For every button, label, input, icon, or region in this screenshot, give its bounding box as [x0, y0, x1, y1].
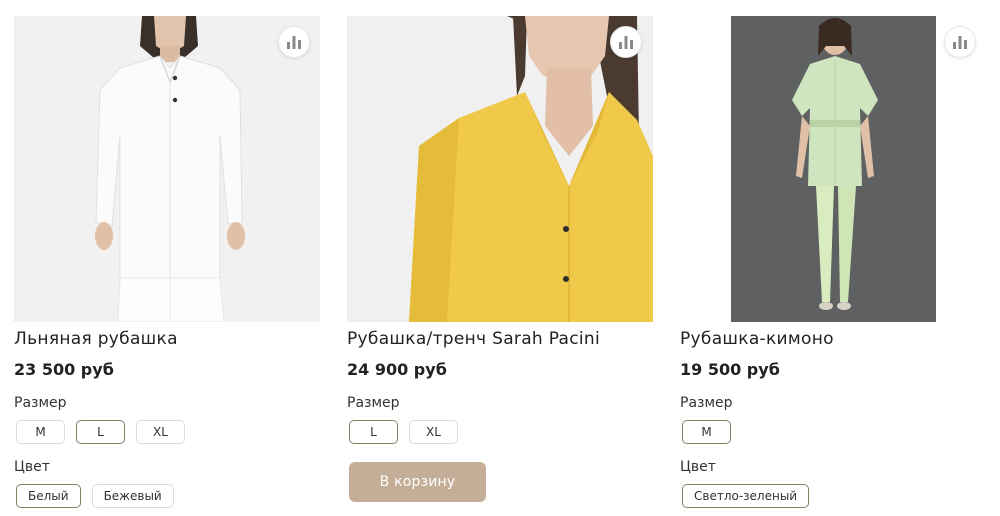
compare-button[interactable] — [944, 26, 976, 58]
size-options: L XL — [349, 420, 458, 444]
color-option-white[interactable]: Белый — [16, 484, 81, 508]
color-option-light-green[interactable]: Светло-зеленый — [682, 484, 810, 508]
product-price: 23 500 руб — [14, 360, 114, 379]
size-options: M — [682, 420, 731, 444]
product-title[interactable]: Льняная рубашка — [14, 329, 178, 349]
color-label: Цвет — [680, 459, 716, 475]
size-option-m[interactable]: M — [16, 420, 65, 444]
product-title[interactable]: Рубашка/тренч Sarah Pacini — [347, 329, 600, 349]
product-card: Рубашка/тренч Sarah Pacini 24 900 руб Ра… — [347, 0, 653, 516]
product-card: Рубашка-кимоно 19 500 руб Размер M Цвет … — [680, 0, 986, 516]
bar-chart-icon — [953, 36, 967, 49]
product-image[interactable] — [14, 16, 320, 322]
size-options: M L XL — [16, 420, 185, 444]
product-card: Льняная рубашка 23 500 руб Размер M L XL… — [14, 0, 320, 516]
color-options: Светло-зеленый — [682, 484, 810, 508]
color-option-beige[interactable]: Бежевый — [91, 484, 174, 508]
product-image[interactable] — [347, 16, 653, 322]
size-option-xl[interactable]: XL — [136, 420, 185, 444]
bar-chart-icon — [619, 36, 633, 49]
size-label: Размер — [14, 395, 67, 411]
product-image[interactable] — [680, 16, 986, 322]
compare-button[interactable] — [610, 26, 642, 58]
size-option-l[interactable]: L — [76, 420, 125, 444]
size-label: Размер — [347, 395, 400, 411]
product-title[interactable]: Рубашка-кимоно — [680, 329, 834, 349]
size-label: Размер — [680, 395, 733, 411]
size-option-m[interactable]: M — [682, 420, 731, 444]
add-to-cart-button[interactable]: В корзину — [349, 462, 486, 502]
size-option-xl[interactable]: XL — [409, 420, 458, 444]
color-options: Белый Бежевый — [16, 484, 174, 508]
product-price: 19 500 руб — [680, 360, 780, 379]
size-option-l[interactable]: L — [349, 420, 398, 444]
product-price: 24 900 руб — [347, 360, 447, 379]
compare-button[interactable] — [278, 26, 310, 58]
bar-chart-icon — [287, 36, 301, 49]
color-label: Цвет — [14, 459, 50, 475]
